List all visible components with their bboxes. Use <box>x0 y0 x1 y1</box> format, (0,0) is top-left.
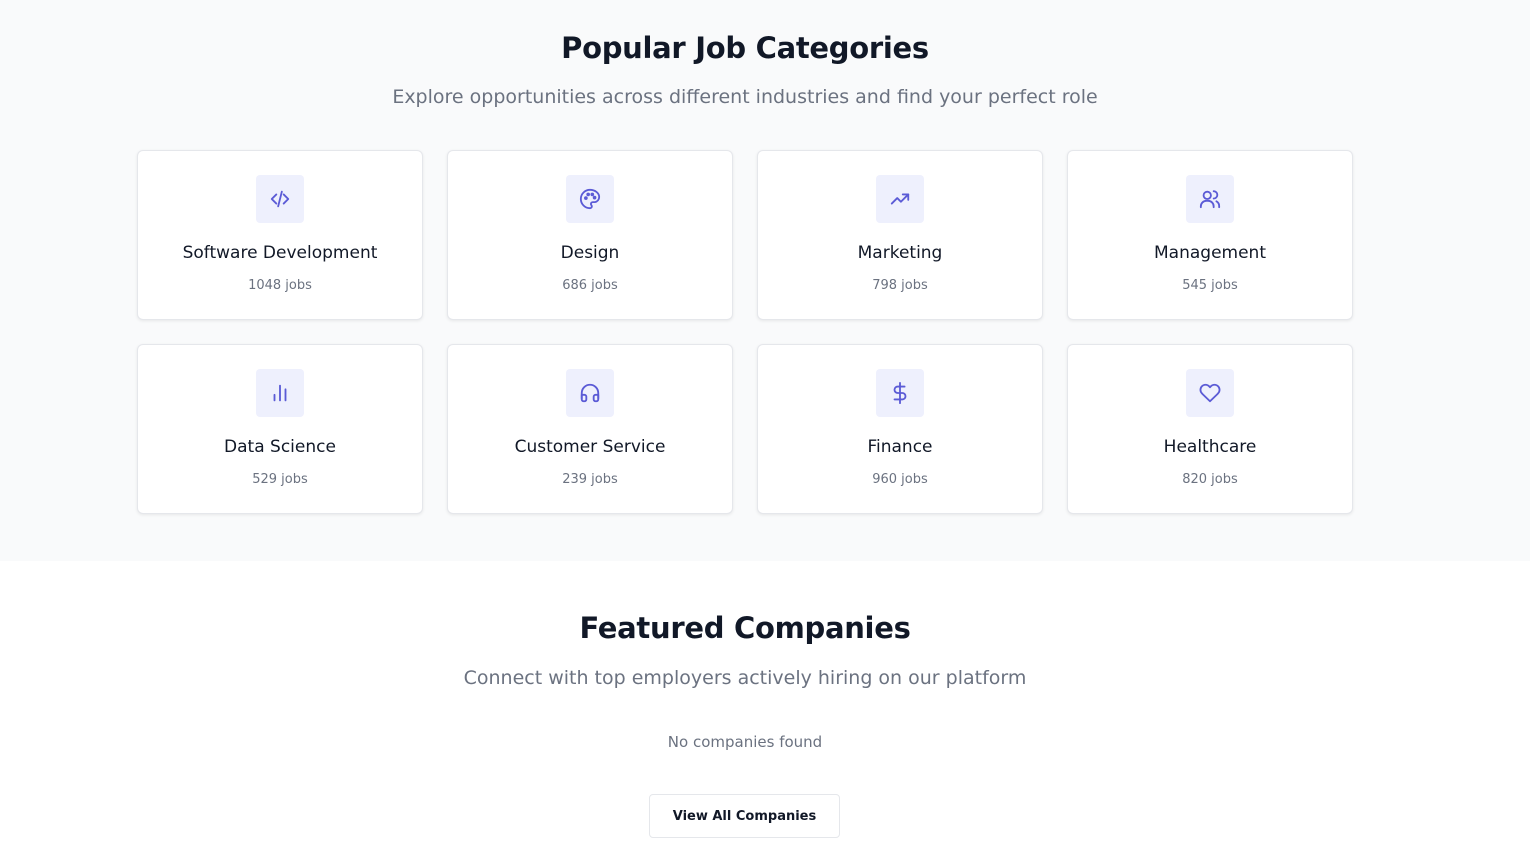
category-card-customer-service[interactable]: Customer Service 239 jobs <box>447 344 733 514</box>
category-name: Customer Service <box>514 437 666 457</box>
category-card-healthcare[interactable]: Healthcare 820 jobs <box>1067 344 1353 514</box>
category-name: Software Development <box>182 243 378 263</box>
category-job-count: 686 jobs <box>562 278 618 293</box>
category-card-management[interactable]: Management 545 jobs <box>1067 150 1353 320</box>
users-icon <box>1186 175 1234 223</box>
category-job-count: 529 jobs <box>252 472 308 487</box>
headphones-icon <box>566 369 614 417</box>
companies-subtitle: Connect with top employers actively hiri… <box>463 667 1027 689</box>
category-job-count: 820 jobs <box>1182 472 1238 487</box>
heart-icon <box>1186 369 1234 417</box>
category-job-count: 239 jobs <box>562 472 618 487</box>
code-icon <box>256 175 304 223</box>
job-categories-section: Popular Job Categories Explore opportuni… <box>0 0 1530 561</box>
featured-companies-section: Featured Companies Connect with top empl… <box>0 561 1530 841</box>
category-name: Marketing <box>857 243 943 263</box>
category-card-finance[interactable]: Finance 960 jobs <box>757 344 1043 514</box>
bar-chart-icon <box>256 369 304 417</box>
trending-up-icon <box>876 175 924 223</box>
companies-title: Featured Companies <box>579 611 911 645</box>
category-name: Design <box>560 243 620 263</box>
categories-grid: Software Development 1048 jobs Design 68… <box>137 150 1353 514</box>
palette-icon <box>566 175 614 223</box>
category-card-data-science[interactable]: Data Science 529 jobs <box>137 344 423 514</box>
category-name: Data Science <box>224 437 336 457</box>
dollar-icon <box>876 369 924 417</box>
categories-subtitle: Explore opportunities across different i… <box>392 86 1098 108</box>
categories-title: Popular Job Categories <box>561 31 929 65</box>
category-card-design[interactable]: Design 686 jobs <box>447 150 733 320</box>
category-job-count: 960 jobs <box>872 472 928 487</box>
category-name: Healthcare <box>1163 437 1257 457</box>
category-card-software-development[interactable]: Software Development 1048 jobs <box>137 150 423 320</box>
empty-companies-message: No companies found <box>667 733 823 751</box>
view-all-companies-button[interactable]: View All Companies <box>649 794 840 838</box>
category-name: Finance <box>867 437 933 457</box>
category-job-count: 545 jobs <box>1182 278 1238 293</box>
category-name: Management <box>1154 243 1266 263</box>
category-job-count: 798 jobs <box>872 278 928 293</box>
category-card-marketing[interactable]: Marketing 798 jobs <box>757 150 1043 320</box>
category-job-count: 1048 jobs <box>248 278 312 293</box>
